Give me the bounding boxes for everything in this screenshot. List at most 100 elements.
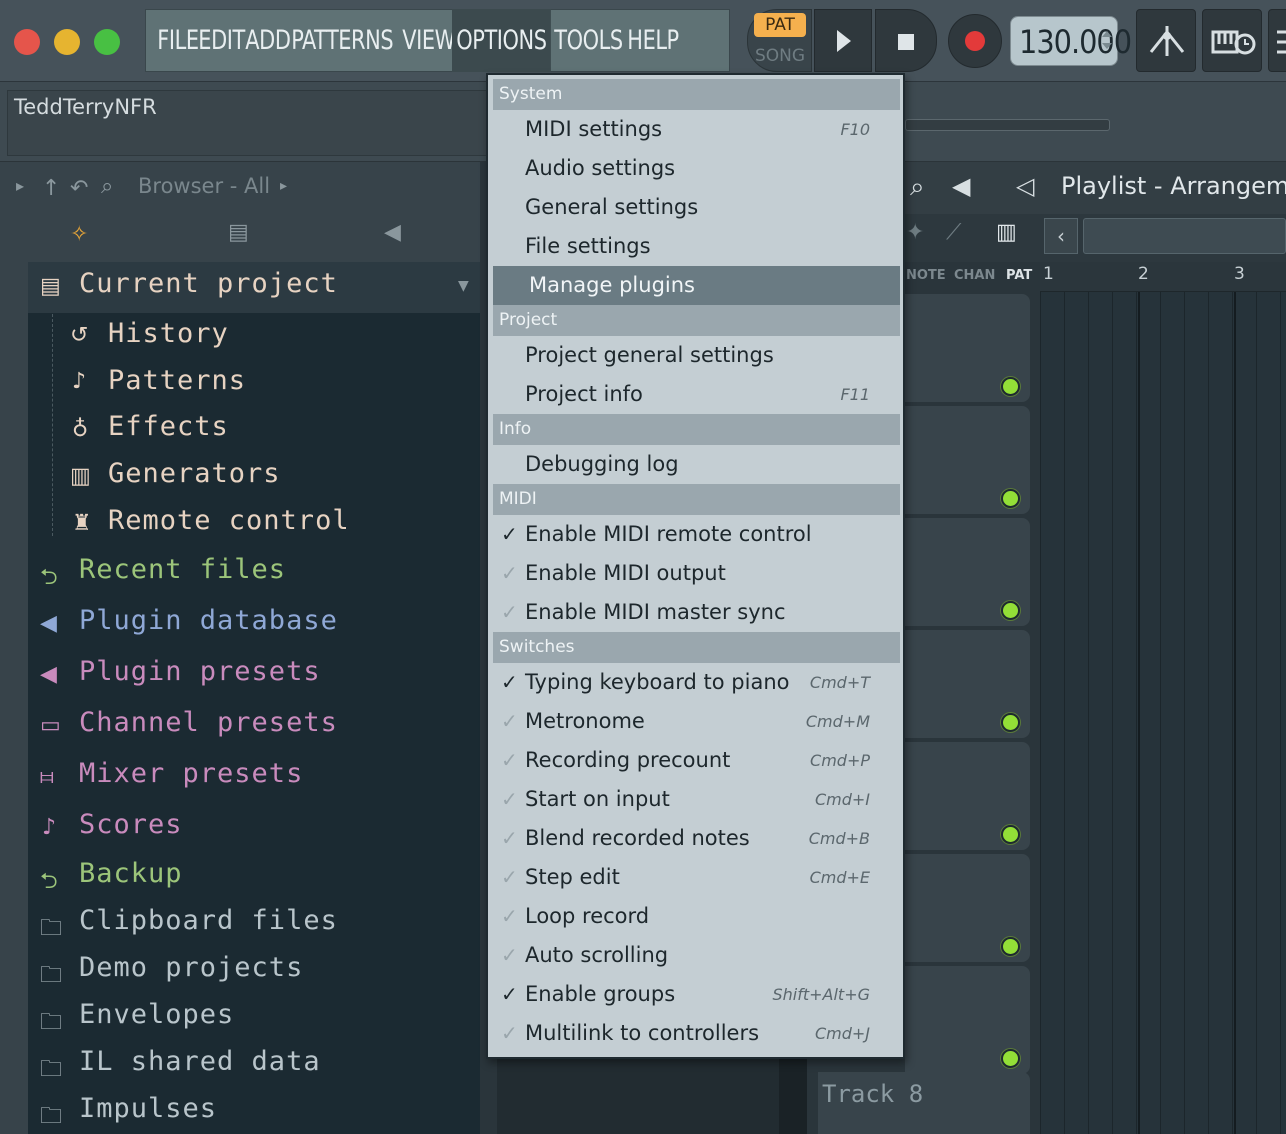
browser-item-plugin-presets[interactable]: Plugin presets — [79, 656, 321, 687]
browser-title[interactable]: Browser - All — [138, 174, 270, 198]
playlist-scrollbar[interactable] — [1083, 218, 1286, 254]
menu-section-system: System — [493, 79, 900, 110]
browser-item-envelopes[interactable]: Envelopes — [79, 999, 234, 1030]
browser-item-remote-control[interactable]: Remote control — [108, 505, 350, 536]
browser-item-il-shared-data[interactable]: IL shared data — [79, 1046, 321, 1077]
track-enable-led[interactable] — [1001, 601, 1020, 620]
play-button[interactable] — [814, 9, 872, 72]
menu-item-manage-plugins[interactable]: Manage plugins — [493, 266, 900, 305]
volume-icon[interactable]: ◀ — [952, 172, 970, 200]
menu-item-project-info[interactable]: Project info F11 — [493, 375, 900, 414]
track-enable-led[interactable] — [1001, 1049, 1020, 1068]
undo-icon[interactable]: ↶ — [70, 176, 88, 201]
scores-note-icon: ♪ — [42, 815, 57, 840]
menu-item-label: Loop record — [525, 904, 650, 928]
menu-patterns[interactable]: PATTERNS — [287, 9, 397, 72]
menu-item-label: Metronome — [525, 709, 645, 733]
zoom-icon[interactable]: ⌕ — [910, 172, 925, 203]
stop-button[interactable] — [875, 9, 937, 72]
record-button[interactable] — [948, 14, 1002, 68]
menu-overflow-button[interactable] — [1268, 9, 1286, 72]
document-icon[interactable]: ▤ — [228, 220, 249, 245]
menu-item-enable-midi-master-sync[interactable]: ✓ Enable MIDI master sync — [493, 593, 900, 632]
menu-item-metronome[interactable]: ✓ Metronome Cmd+M — [493, 702, 900, 741]
menu-item-multilink-to-controllers[interactable]: ✓ Multilink to controllers Cmd+J — [493, 1014, 900, 1053]
chan-toggle[interactable]: CHAN — [954, 268, 995, 283]
browser-item-impulses[interactable]: Impulses — [79, 1093, 217, 1124]
browser-item-generators[interactable]: Generators — [108, 458, 281, 489]
expand-arrow-icon[interactable]: ▸ — [16, 176, 24, 195]
close-window-button[interactable] — [14, 29, 40, 55]
menu-item-auto-scrolling[interactable]: ✓ Auto scrolling — [493, 936, 900, 975]
menu-section-midi: MIDI — [493, 484, 900, 515]
track-enable-led[interactable] — [1001, 713, 1020, 732]
menu-tools[interactable]: TOOLS — [550, 9, 627, 72]
playlist-ruler[interactable] — [1040, 262, 1286, 292]
song-mode-label[interactable]: SONG — [754, 44, 806, 68]
pat-toggle[interactable]: PAT — [1006, 268, 1032, 283]
menu-item-file-settings[interactable]: File settings — [493, 227, 900, 266]
browser-item-effects[interactable]: Effects — [108, 411, 229, 442]
menu-item-midi-settings[interactable]: MIDI settings F10 — [493, 110, 900, 149]
piano-icon[interactable]: ▥ — [996, 220, 1017, 245]
maximize-window-button[interactable] — [94, 29, 120, 55]
menu-item-step-edit[interactable]: ✓ Step edit Cmd+E — [493, 858, 900, 897]
browser-item-clipboard-files[interactable]: Clipboard files — [79, 905, 338, 936]
track-enable-led[interactable] — [1001, 489, 1020, 508]
speaker-icon[interactable]: ◀ — [384, 220, 401, 245]
playlist-grid[interactable] — [1040, 292, 1286, 1134]
browser-item-demo-projects[interactable]: Demo projects — [79, 952, 303, 983]
hint-text: TeddTerryNFR — [14, 95, 157, 119]
browser-item-plugin-database[interactable]: Plugin database — [79, 605, 338, 636]
browser-item-history[interactable]: History — [108, 318, 229, 349]
note-toggle[interactable]: NOTE — [906, 268, 946, 283]
tempo-up-arrow-icon[interactable] — [1102, 31, 1112, 37]
menu-item-audio-settings[interactable]: Audio settings — [493, 149, 900, 188]
menu-item-label: Project info — [525, 382, 643, 406]
search-icon[interactable]: ⌕ — [101, 174, 113, 199]
track-enable-led[interactable] — [1001, 825, 1020, 844]
menu-item-start-on-input[interactable]: ✓ Start on input Cmd+I — [493, 780, 900, 819]
browser-item-channel-presets[interactable]: Channel presets — [79, 707, 338, 738]
minimize-window-button[interactable] — [54, 29, 80, 55]
waveform-icon[interactable]: ✧ — [70, 222, 88, 247]
browser-item-scores[interactable]: Scores — [79, 809, 183, 840]
link-tool-icon[interactable]: ⟋ — [946, 220, 961, 245]
browser-item-mixer-presets[interactable]: Mixer presets — [79, 758, 303, 789]
menu-item-loop-record[interactable]: ✓ Loop record — [493, 897, 900, 936]
tempo-display[interactable]: 130.000 — [1010, 16, 1132, 66]
draw-tool-icon[interactable]: ✦ — [906, 220, 924, 245]
wait-for-input-button[interactable] — [1202, 9, 1262, 72]
stop-icon — [898, 34, 914, 50]
browser-item-backup[interactable]: Backup — [79, 858, 183, 889]
menu-help[interactable]: HELP — [623, 9, 683, 72]
browser-item-patterns[interactable]: Patterns — [108, 365, 246, 396]
track-enable-led[interactable] — [1001, 377, 1020, 396]
up-arrow-icon[interactable]: ↑ — [42, 176, 60, 201]
browser-next-arrow-icon[interactable]: ▸ — [280, 178, 287, 194]
menu-section-project: Project — [493, 305, 900, 336]
tempo-down-arrow-icon[interactable] — [1102, 43, 1112, 49]
menu-item-enable-midi-remote-control[interactable]: ✓ Enable MIDI remote control — [493, 515, 900, 554]
browser-item-recent-files[interactable]: Recent files — [79, 554, 286, 585]
menu-item-typing-keyboard-to-piano[interactable]: ✓ Typing keyboard to piano Cmd+T — [493, 663, 900, 702]
metronome-tool-button[interactable] — [1136, 9, 1196, 72]
pat-mode-label[interactable]: PAT — [754, 13, 806, 37]
menu-item-label: File settings — [525, 234, 651, 258]
menu-item-label: Multilink to controllers — [525, 1021, 760, 1045]
master-slider[interactable] — [905, 119, 1110, 131]
menu-item-enable-midi-output[interactable]: ✓ Enable MIDI output — [493, 554, 900, 593]
menu-item-project-general-settings[interactable]: Project general settings — [493, 336, 900, 375]
checkmark-off-icon: ✓ — [501, 600, 518, 624]
menu-item-blend-recorded-notes[interactable]: ✓ Blend recorded notes Cmd+B — [493, 819, 900, 858]
menu-item-debugging-log[interactable]: Debugging log — [493, 445, 900, 484]
track-enable-led[interactable] — [1001, 937, 1020, 956]
menu-item-enable-groups[interactable]: ✓ Enable groups Shift+Alt+G — [493, 975, 900, 1014]
menu-options[interactable]: OPTIONS — [452, 9, 552, 72]
dropdown-arrow-icon[interactable]: ▼ — [458, 278, 469, 294]
menu-view[interactable]: VIEW — [398, 9, 459, 72]
playlist-back-button[interactable]: ‹ — [1044, 218, 1078, 254]
menu-item-general-settings[interactable]: General settings — [493, 188, 900, 227]
browser-item-current-project[interactable]: Current project — [79, 268, 338, 299]
menu-item-recording-precount[interactable]: ✓ Recording precount Cmd+P — [493, 741, 900, 780]
